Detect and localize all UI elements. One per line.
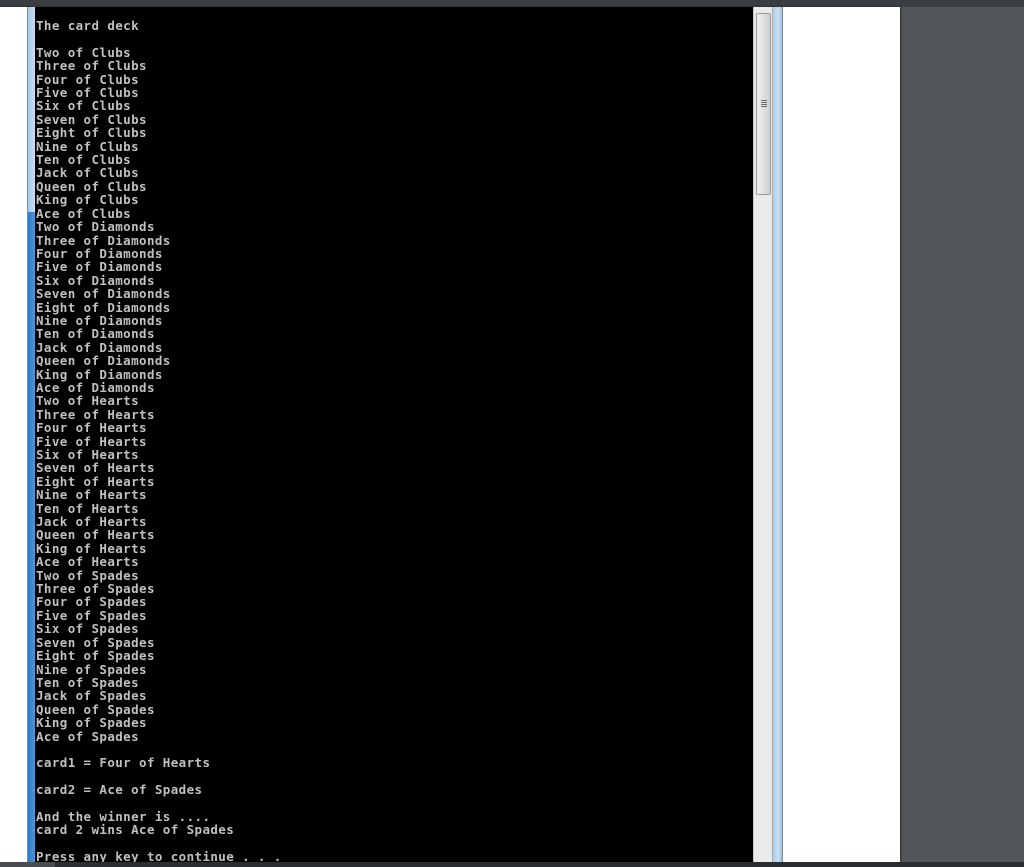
deck-card-line: King of Clubs xyxy=(36,192,140,208)
left-border-lower xyxy=(28,212,35,862)
deck-card-line: Nine of Diamonds xyxy=(36,312,163,328)
deck-card-line: Three of Clubs xyxy=(36,58,147,74)
deck-card-line: Two of Spades xyxy=(36,567,140,583)
console-text: The card deck Two of Clubs Three of Clubs F… xyxy=(36,19,282,862)
deck-card-line: Ace of Hearts xyxy=(36,554,140,570)
console-window-right-border xyxy=(773,7,783,862)
bottom-bar xyxy=(0,862,1024,867)
scrollbar-thumb[interactable] xyxy=(756,13,771,195)
deck-card-line: Two of Hearts xyxy=(36,393,140,409)
deck-card-line: Queen of Hearts xyxy=(36,527,155,543)
deck-card-line: King of Diamonds xyxy=(36,366,163,382)
deck-card-line: Eight of Diamonds xyxy=(36,299,171,315)
vertical-scrollbar[interactable] xyxy=(753,7,773,862)
console-title-line: The card deck xyxy=(36,18,140,33)
deck-card-line: Ten of Spades xyxy=(36,674,140,690)
card2-line: card2 = Ace of Spades xyxy=(36,782,203,798)
deck-card-line: King of Hearts xyxy=(36,540,147,556)
console-window-left-border xyxy=(27,7,35,862)
top-bar xyxy=(0,0,1024,7)
winner-intro-line: And the winner is .... xyxy=(36,808,211,824)
deck-card-line: Eight of Hearts xyxy=(36,473,155,489)
deck-card-line: Two of Clubs xyxy=(36,44,132,60)
card1-line: card1 = Four of Hearts xyxy=(36,755,211,771)
deck-card-line: Six of Diamonds xyxy=(36,272,155,288)
winner-line: card 2 wins Ace of Spades xyxy=(36,822,235,838)
deck-card-line: Seven of Spades xyxy=(36,634,155,650)
deck-card-line: Six of Hearts xyxy=(36,447,140,462)
deck-card-line: Queen of Spades xyxy=(36,701,155,717)
deck-card-line: Queen of Clubs xyxy=(36,178,147,194)
deck-card-line: Jack of Spades xyxy=(36,688,147,704)
deck-card-line: Five of Spades xyxy=(36,607,147,623)
deck-card-line: Ten of Hearts xyxy=(36,500,140,516)
deck-card-line: Ace of Clubs xyxy=(36,205,132,221)
deck-card-line: Nine of Spades xyxy=(36,661,147,677)
deck-card-line: Six of Clubs xyxy=(36,98,132,114)
deck-card-line: Jack of Hearts xyxy=(36,514,147,530)
deck-card-line: Four of Clubs xyxy=(36,71,140,87)
deck-card-line: Four of Spades xyxy=(36,594,147,610)
deck-card-line: Two of Diamonds xyxy=(36,219,155,235)
deck-card-line: Ace of Diamonds xyxy=(36,379,155,395)
deck-card-line: Ace of Spades xyxy=(36,728,140,744)
deck-card-line: Three of Diamonds xyxy=(36,232,171,248)
deck-card-line: Five of Clubs xyxy=(36,85,140,101)
deck-card-line: Seven of Clubs xyxy=(36,111,147,127)
deck-card-line: Queen of Diamonds xyxy=(36,353,171,369)
left-border-upper xyxy=(28,7,35,212)
grip-lines-icon xyxy=(761,100,767,108)
deck-card-line: Five of Hearts xyxy=(36,433,147,449)
bottom-bar-left-segment xyxy=(0,862,55,867)
deck-card-line: Jack of Clubs xyxy=(36,165,140,181)
deck-card-line: Six of Spades xyxy=(36,621,140,637)
deck-card-line: Three of Spades xyxy=(36,581,155,597)
deck-card-line: Ten of Clubs xyxy=(36,152,132,168)
deck-list: Two of Clubs Three of Clubs Four of Clubs F… xyxy=(36,44,282,744)
deck-card-line: Seven of Hearts xyxy=(36,460,155,476)
deck-card-line: Four of Diamonds xyxy=(36,245,163,261)
deck-card-line: Ten of Diamonds xyxy=(36,326,155,342)
continue-prompt: Press any key to continue . . . xyxy=(36,849,282,862)
deck-card-line: Five of Diamonds xyxy=(36,259,163,275)
deck-card-line: Eight of Spades xyxy=(36,648,155,664)
deck-card-line: Nine of Hearts xyxy=(36,487,147,503)
deck-card-line: Four of Hearts xyxy=(36,420,147,436)
deck-card-line: Seven of Diamonds xyxy=(36,286,171,302)
deck-card-line: Three of Hearts xyxy=(36,406,155,422)
console-output[interactable]: The card deck Two of Clubs Three of Clubs F… xyxy=(35,7,753,862)
deck-card-line: King of Spades xyxy=(36,715,147,731)
deck-card-line: Eight of Clubs xyxy=(36,125,147,141)
deck-card-line: Nine of Clubs xyxy=(36,138,140,154)
deck-card-line: Jack of Diamonds xyxy=(36,339,163,355)
